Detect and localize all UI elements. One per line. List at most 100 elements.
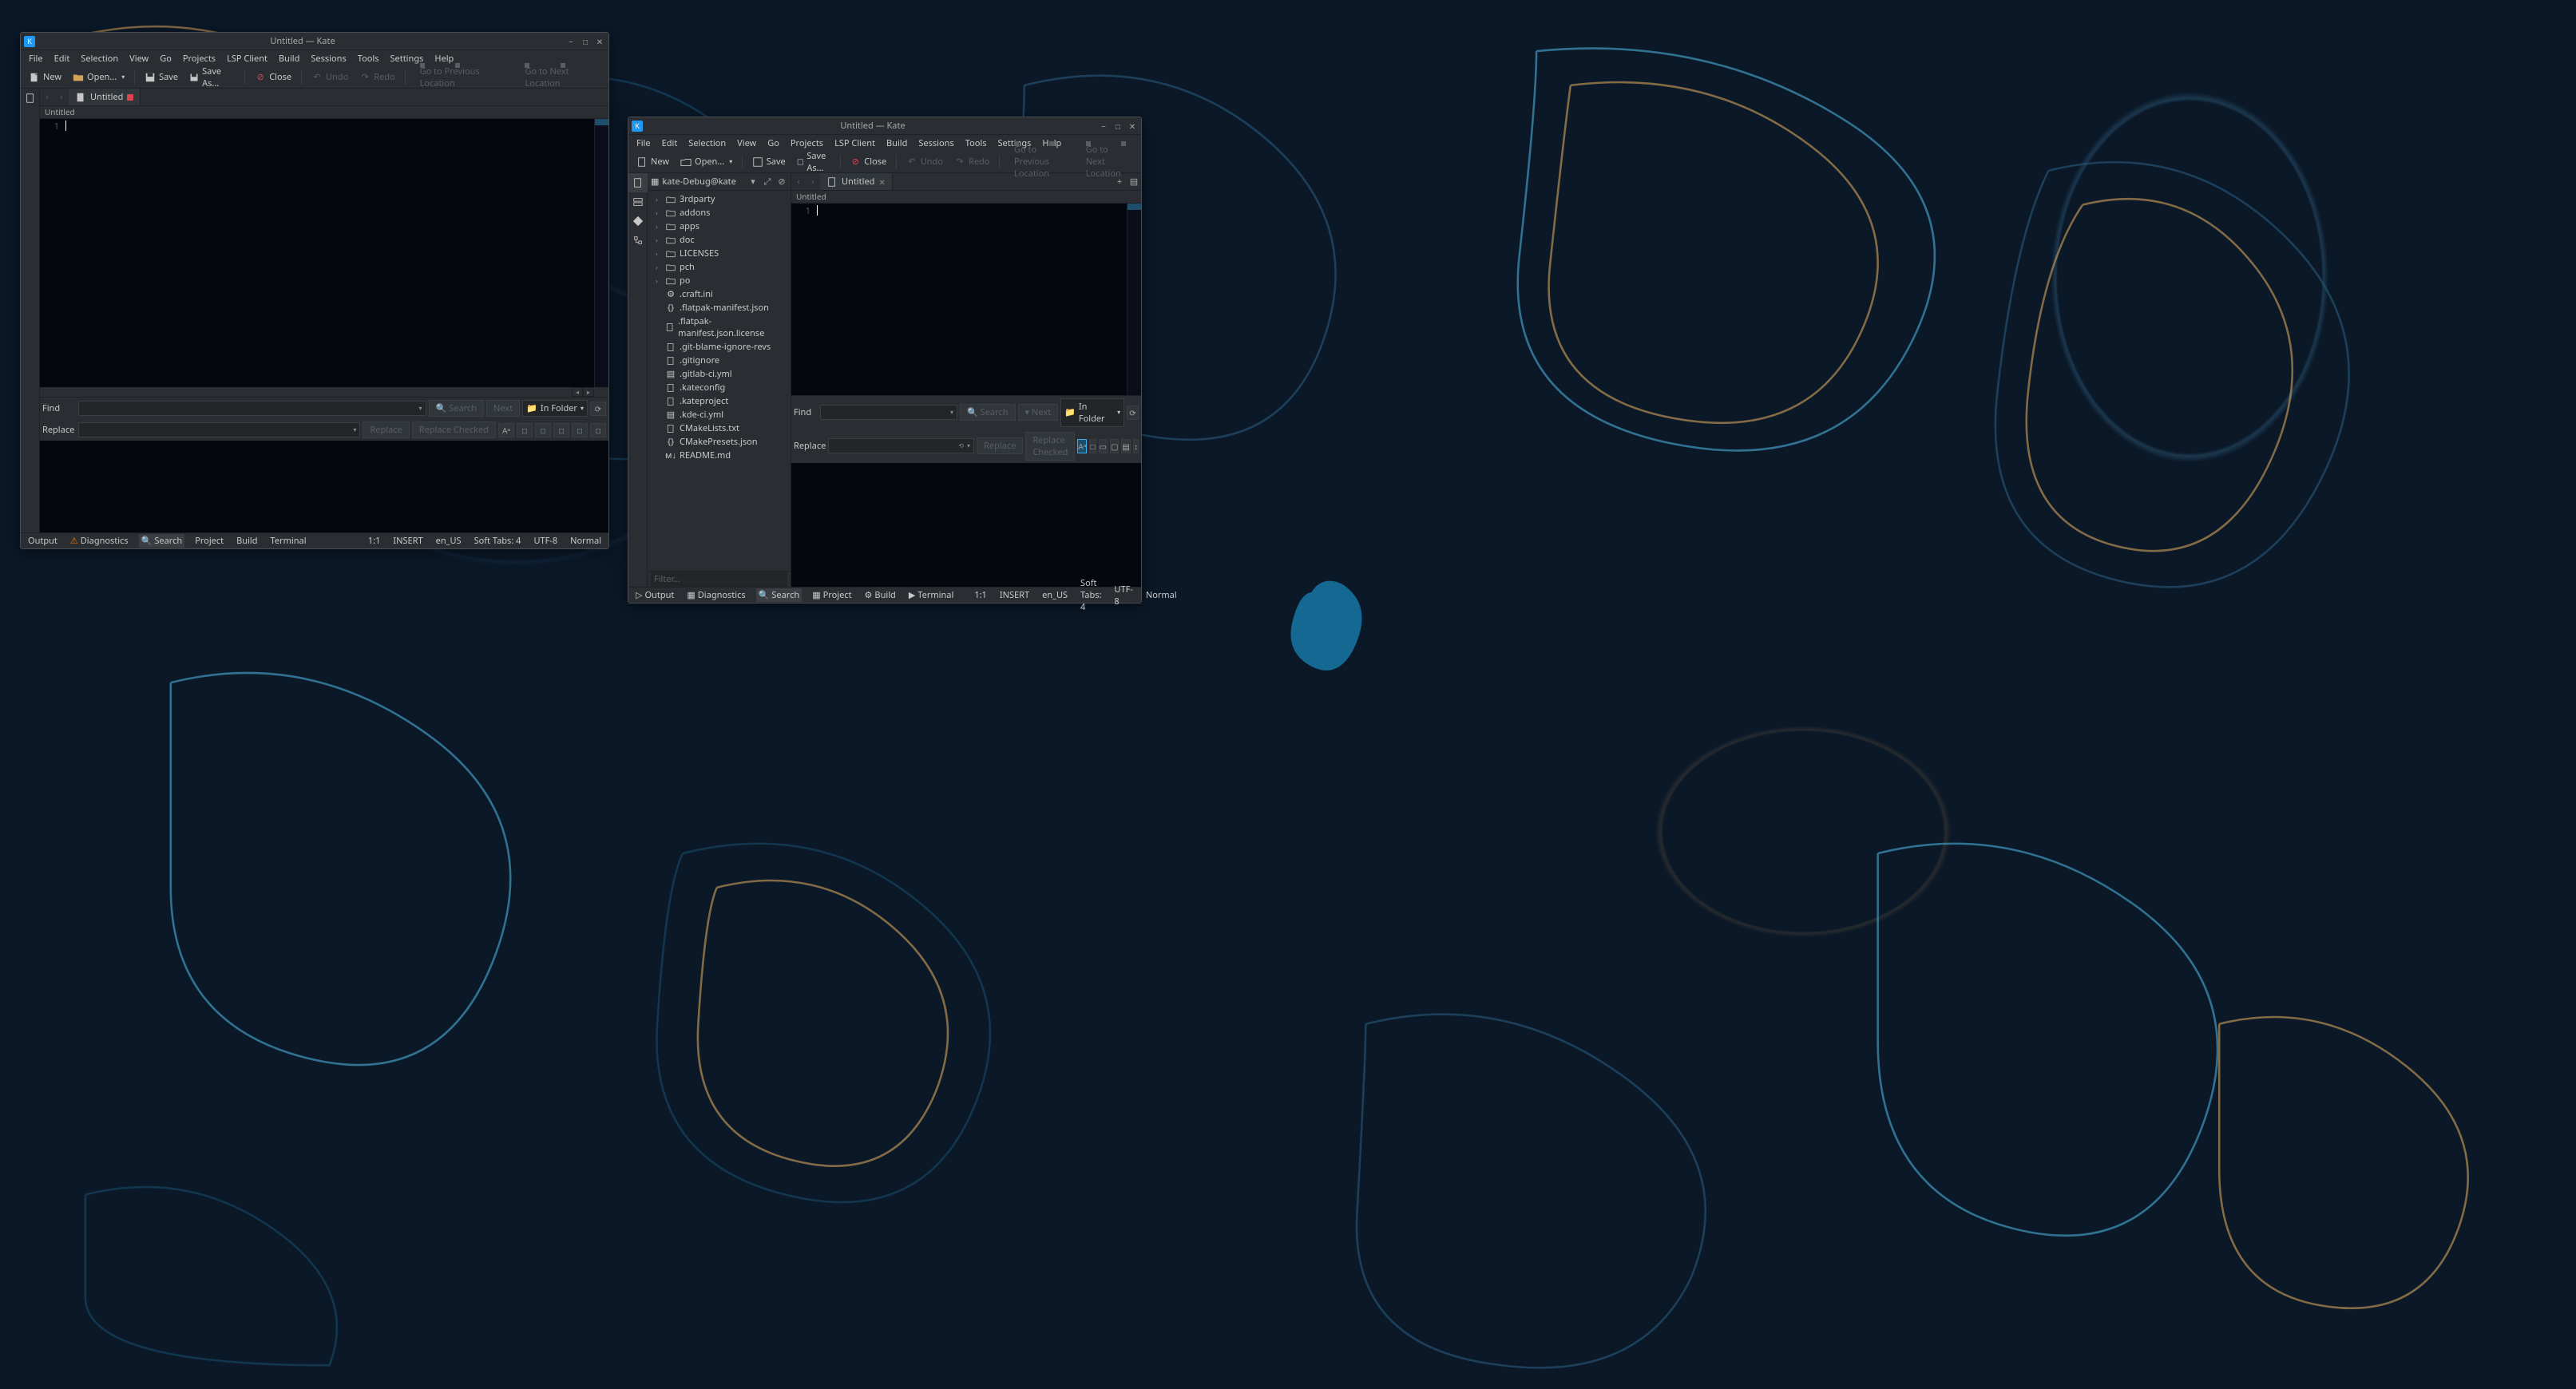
symbols-sidebar-tab[interactable] bbox=[628, 231, 648, 250]
minimize-button[interactable]: − bbox=[1098, 121, 1109, 132]
save-as-button[interactable]: Save As... bbox=[792, 148, 835, 176]
chevron-down-icon[interactable]: ▾ bbox=[747, 176, 759, 188]
status-tabs[interactable]: Soft Tabs: 4 bbox=[472, 534, 524, 548]
project-selector[interactable]: ▦kate-Debug@kate ▾ ⤢ ⊘ bbox=[648, 173, 791, 191]
opt-button-1[interactable]: □ bbox=[517, 423, 533, 437]
tree-file[interactable]: .kateconfig bbox=[648, 381, 791, 394]
close-window-button[interactable]: ✕ bbox=[594, 36, 605, 47]
close-button[interactable]: ⊘Close bbox=[250, 69, 296, 85]
history-icon[interactable]: ⟲ bbox=[957, 441, 965, 450]
tree-folder[interactable]: ›apps bbox=[648, 220, 791, 233]
editor-tab[interactable]: Untitled ✕ bbox=[820, 173, 893, 190]
filter-input[interactable] bbox=[651, 572, 787, 587]
toggle-options-button[interactable]: ⟳ bbox=[1127, 406, 1139, 420]
projects-sidebar-tab[interactable] bbox=[628, 173, 648, 192]
status-terminal[interactable]: Terminal bbox=[268, 534, 309, 548]
chevron-down-icon[interactable]: ▾ bbox=[417, 404, 423, 413]
search-button[interactable]: 🔍Search bbox=[960, 404, 1016, 421]
tree-folder[interactable]: ›addons bbox=[648, 206, 791, 220]
close-project-button[interactable]: ⊘ bbox=[776, 176, 787, 188]
tree-file[interactable]: .flatpak-manifest.json.license bbox=[648, 315, 791, 340]
status-locale[interactable]: en_US bbox=[434, 534, 464, 548]
opt-button-3[interactable]: ▢ bbox=[1110, 439, 1119, 453]
prev-location-button[interactable]: Go to Previous Location bbox=[1005, 141, 1075, 182]
status-encoding[interactable]: UTF-8 bbox=[1112, 583, 1135, 608]
titlebar[interactable]: K Untitled — Kate − □ ✕ bbox=[21, 33, 608, 50]
status-terminal[interactable]: ▶Terminal bbox=[906, 588, 957, 602]
search-scope-select[interactable]: 📁In Folder▾ bbox=[522, 400, 588, 417]
tab-next-button[interactable]: › bbox=[54, 89, 69, 106]
match-case-button[interactable]: Aᵃ bbox=[1077, 439, 1087, 453]
replace-input[interactable]: ⟲▾ bbox=[828, 438, 974, 453]
editor-tab[interactable]: Untitled bbox=[69, 89, 141, 105]
status-locale[interactable]: en_US bbox=[1040, 588, 1070, 602]
menu-selection[interactable]: Selection bbox=[684, 136, 731, 151]
status-project[interactable]: ▦Project bbox=[810, 588, 854, 602]
expand-icon[interactable]: ⤢ bbox=[762, 176, 773, 188]
chevron-down-icon[interactable]: ▾ bbox=[729, 157, 732, 166]
expand-chevron-icon[interactable]: › bbox=[656, 235, 662, 245]
toggle-options-button[interactable]: ⟳ bbox=[590, 402, 606, 416]
menu-view[interactable]: View bbox=[125, 51, 153, 66]
status-build[interactable]: Build bbox=[234, 534, 260, 548]
search-scope-select[interactable]: 📁In Folder▾ bbox=[1060, 398, 1124, 427]
menu-sessions[interactable]: Sessions bbox=[913, 136, 958, 151]
status-search[interactable]: 🔍Search bbox=[139, 534, 185, 548]
find-input[interactable]: ▾ bbox=[78, 401, 426, 416]
titlebar[interactable]: K Untitled — Kate − □ ✕ bbox=[628, 117, 1141, 135]
chevron-down-icon[interactable]: ▾ bbox=[965, 441, 972, 450]
menu-selection[interactable]: Selection bbox=[76, 51, 123, 66]
replace-input[interactable]: ▾ bbox=[78, 422, 360, 437]
close-button[interactable]: ⊘Close bbox=[845, 153, 891, 170]
menu-build[interactable]: Build bbox=[882, 136, 912, 151]
next-button[interactable]: Next bbox=[486, 400, 520, 417]
opt-button-5[interactable]: □ bbox=[590, 423, 606, 437]
new-button[interactable]: New bbox=[24, 69, 66, 85]
undo-button[interactable]: ↶Undo bbox=[902, 153, 948, 170]
status-mode[interactable]: INSERT bbox=[390, 534, 425, 548]
minimize-button[interactable]: − bbox=[565, 36, 577, 47]
maximize-button[interactable]: □ bbox=[580, 36, 591, 47]
status-encoding[interactable]: UTF-8 bbox=[531, 534, 560, 548]
redo-button[interactable]: ↷Redo bbox=[355, 69, 399, 85]
opt-button-4[interactable]: □ bbox=[572, 423, 588, 437]
menu-file[interactable]: File bbox=[24, 51, 48, 66]
next-location-button[interactable]: Go to Next Location bbox=[515, 63, 605, 92]
menu-view[interactable]: View bbox=[732, 136, 761, 151]
menu-edit[interactable]: Edit bbox=[50, 51, 75, 66]
status-cursor-pos[interactable]: 1:1 bbox=[972, 588, 989, 602]
open-button[interactable]: Open...▾ bbox=[676, 153, 737, 170]
chevron-down-icon[interactable]: ▾ bbox=[351, 425, 358, 434]
tab-prev-button[interactable]: ‹ bbox=[40, 89, 54, 106]
status-mode[interactable]: INSERT bbox=[997, 588, 1032, 602]
close-window-button[interactable]: ✕ bbox=[1127, 121, 1138, 132]
opt-button-2[interactable]: □ bbox=[535, 423, 551, 437]
scroll-left-button[interactable]: ◂ bbox=[572, 387, 583, 397]
close-tab-button[interactable]: ✕ bbox=[878, 176, 885, 188]
tree-file[interactable]: ▤.kde-ci.yml bbox=[648, 408, 791, 421]
status-output[interactable]: ▷Output bbox=[633, 588, 676, 602]
opt-button-2[interactable]: ▭ bbox=[1099, 439, 1108, 453]
tree-file[interactable]: м↓README.md bbox=[648, 449, 791, 462]
scroll-right-button[interactable]: ▸ bbox=[583, 387, 594, 397]
tree-folder[interactable]: ›LICENSES bbox=[648, 247, 791, 260]
status-lang[interactable]: Normal bbox=[1143, 588, 1179, 602]
chevron-down-icon[interactable]: ▾ bbox=[581, 404, 584, 413]
expand-chevron-icon[interactable]: › bbox=[656, 194, 662, 204]
documents-sidebar-tab[interactable] bbox=[628, 192, 648, 212]
open-button[interactable]: Open...▾ bbox=[68, 69, 129, 85]
opt-button-5[interactable]: ↕ bbox=[1133, 439, 1139, 453]
status-build[interactable]: ⚙Build bbox=[862, 588, 898, 602]
prev-location-button[interactable]: Go to Previous Location bbox=[410, 63, 514, 92]
minimap[interactable] bbox=[594, 119, 608, 387]
tab-next-button[interactable]: › bbox=[806, 173, 820, 191]
git-sidebar-tab[interactable] bbox=[628, 212, 648, 231]
documents-sidebar-tab[interactable] bbox=[21, 89, 40, 108]
chevron-down-icon[interactable]: ▾ bbox=[121, 73, 125, 81]
editor-content[interactable] bbox=[64, 119, 594, 387]
expand-chevron-icon[interactable]: › bbox=[656, 208, 662, 218]
undo-button[interactable]: ↶Undo bbox=[307, 69, 353, 85]
status-cursor-pos[interactable]: 1:1 bbox=[366, 534, 383, 548]
opt-button-4[interactable]: ▤ bbox=[1121, 439, 1130, 453]
status-lang[interactable]: Normal bbox=[568, 534, 604, 548]
